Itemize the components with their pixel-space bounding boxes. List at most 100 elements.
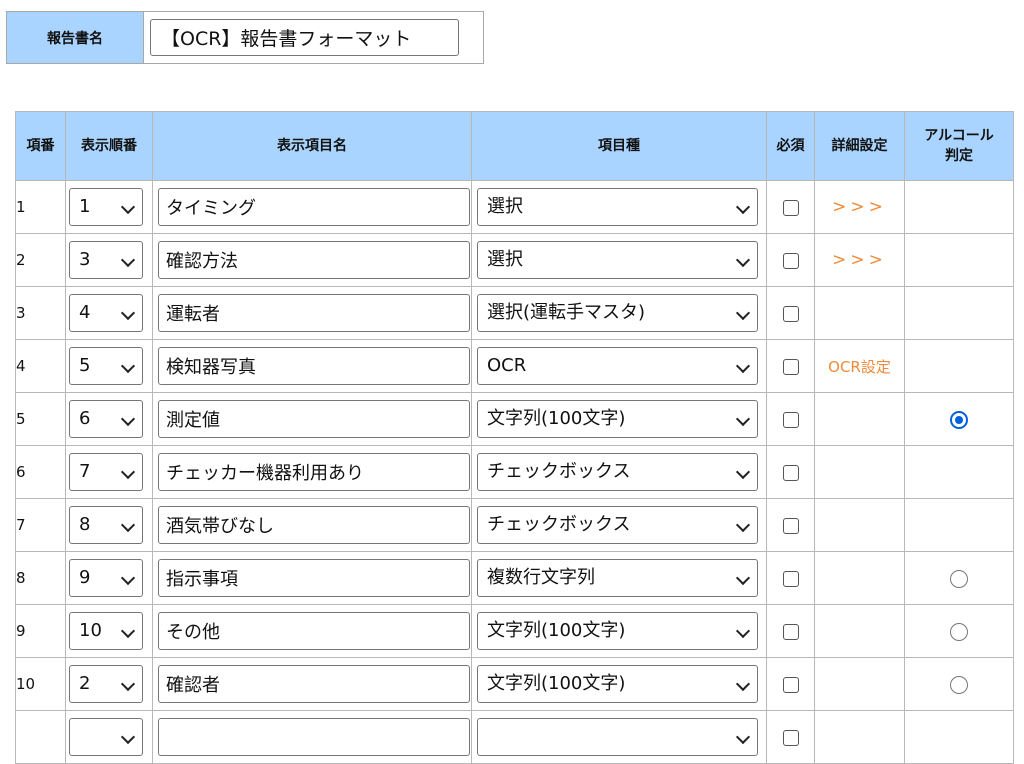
detail-settings-cell: >>> — [814, 233, 905, 287]
required-cell — [766, 498, 815, 552]
item-name-cell — [152, 657, 472, 711]
item-number: 2 — [15, 233, 66, 287]
display-order-select[interactable]: 5 — [69, 347, 143, 385]
ocr-settings-link[interactable]: OCR設定 — [828, 358, 891, 376]
item-type-select[interactable]: 選択 — [477, 241, 758, 279]
report-items-table: 項番 表示順番 表示項目名 項目種 必須 詳細設定 アルコール判定 11 選択 >>… — [15, 111, 1014, 764]
item-name-input[interactable] — [158, 718, 470, 756]
table-row: 34 選択(運転手マスタ) — [15, 286, 1014, 340]
item-name-cell — [152, 498, 472, 552]
display-order-select[interactable] — [69, 718, 143, 756]
display-order-select[interactable]: 1 — [69, 188, 143, 226]
required-checkbox[interactable] — [782, 465, 799, 481]
display-order-select[interactable]: 7 — [69, 453, 143, 491]
display-order-value: 5 — [79, 355, 91, 376]
table-row: 67 チェックボックス — [15, 445, 1014, 499]
item-name-input[interactable] — [158, 294, 470, 332]
required-checkbox[interactable] — [782, 518, 799, 534]
item-type-select[interactable]: チェックボックス — [477, 506, 758, 544]
display-order-select[interactable]: 8 — [69, 506, 143, 544]
chevron-down-icon — [120, 517, 136, 533]
item-name-input[interactable] — [158, 347, 470, 385]
detail-settings-link[interactable]: >>> — [832, 250, 887, 270]
item-type-cell: 選択 — [471, 180, 767, 234]
display-order-select[interactable]: 4 — [69, 294, 143, 332]
required-checkbox[interactable] — [782, 200, 799, 216]
required-checkbox[interactable] — [782, 253, 799, 269]
item-name-cell — [152, 710, 472, 764]
item-type-select[interactable]: 文字列(100文字) — [477, 665, 758, 703]
required-checkbox[interactable] — [782, 359, 799, 375]
item-type-select[interactable]: 文字列(100文字) — [477, 400, 758, 438]
chevron-down-icon — [735, 305, 751, 321]
display-order-cell — [65, 710, 153, 764]
item-type-select[interactable]: チェックボックス — [477, 453, 758, 491]
chevron-down-icon — [735, 623, 751, 639]
item-name-cell — [152, 286, 472, 340]
item-type-value: OCR — [487, 355, 527, 376]
display-order-value: 1 — [79, 196, 91, 217]
alcohol-judgement-cell — [904, 551, 1014, 605]
table-row: 78 チェックボックス — [15, 498, 1014, 552]
item-type-select[interactable] — [477, 718, 758, 756]
item-name-input[interactable] — [158, 400, 470, 438]
item-type-select[interactable]: 文字列(100文字) — [477, 612, 758, 650]
display-order-cell: 6 — [65, 392, 153, 446]
chevron-down-icon — [735, 464, 751, 480]
display-order-cell: 4 — [65, 286, 153, 340]
display-order-select[interactable]: 2 — [69, 665, 143, 703]
item-number: 4 — [15, 339, 66, 393]
item-number: 5 — [15, 392, 66, 446]
item-name-input[interactable] — [158, 506, 470, 544]
display-order-value: 8 — [79, 514, 91, 535]
item-name-input[interactable] — [158, 188, 470, 226]
display-order-select[interactable]: 10 — [69, 612, 143, 650]
item-type-select[interactable]: 選択(運転手マスタ) — [477, 294, 758, 332]
chevron-down-icon — [120, 305, 136, 321]
report-name-label: 報告書名 — [7, 12, 144, 63]
item-type-value: 文字列(100文字) — [487, 673, 626, 694]
alcohol-judgement-cell — [904, 233, 1014, 287]
item-type-select[interactable]: 複数行文字列 — [477, 559, 758, 597]
detail-settings-link[interactable]: >>> — [832, 197, 887, 217]
required-checkbox[interactable] — [782, 677, 799, 693]
item-name-cell — [152, 180, 472, 234]
item-type-value: 選択(運転手マスタ) — [487, 302, 646, 323]
item-name-input[interactable] — [158, 241, 470, 279]
display-order-select[interactable]: 3 — [69, 241, 143, 279]
required-checkbox[interactable] — [782, 730, 799, 746]
chevron-down-icon — [120, 252, 136, 268]
alcohol-judgement-radio[interactable] — [950, 622, 968, 641]
header-item-type: 項目種 — [471, 111, 767, 181]
detail-settings-cell — [814, 392, 905, 446]
header-item-name: 表示項目名 — [152, 111, 472, 181]
required-cell — [766, 710, 815, 764]
required-checkbox[interactable] — [782, 306, 799, 322]
item-name-input[interactable] — [158, 453, 470, 491]
alcohol-judgement-radio-selected[interactable] — [950, 410, 968, 429]
report-name-input[interactable] — [150, 19, 459, 56]
report-name-row: 報告書名 — [6, 11, 484, 64]
chevron-down-icon — [735, 729, 751, 745]
alcohol-judgement-cell — [904, 604, 1014, 658]
item-name-input[interactable] — [158, 559, 470, 597]
required-checkbox[interactable] — [782, 412, 799, 428]
item-name-input[interactable] — [158, 665, 470, 703]
display-order-select[interactable]: 9 — [69, 559, 143, 597]
detail-settings-cell — [814, 445, 905, 499]
required-checkbox[interactable] — [782, 624, 799, 640]
required-cell — [766, 445, 815, 499]
item-type-select[interactable]: OCR — [477, 347, 758, 385]
alcohol-judgement-radio[interactable] — [950, 675, 968, 694]
chevron-down-icon — [120, 199, 136, 215]
item-name-cell — [152, 339, 472, 393]
item-name-input[interactable] — [158, 612, 470, 650]
display-order-select[interactable]: 6 — [69, 400, 143, 438]
item-type-select[interactable]: 選択 — [477, 188, 758, 226]
item-name-cell — [152, 445, 472, 499]
item-type-value: 選択 — [487, 196, 523, 217]
required-checkbox[interactable] — [782, 571, 799, 587]
alcohol-judgement-radio[interactable] — [950, 569, 968, 588]
required-cell — [766, 180, 815, 234]
header-required: 必須 — [766, 111, 815, 181]
